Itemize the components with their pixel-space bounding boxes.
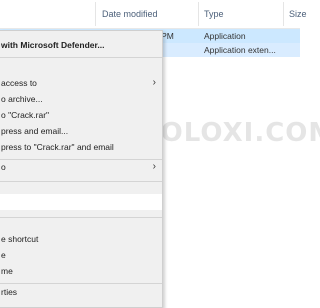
menu-item-label: me	[1, 266, 13, 276]
menu-item-create-shortcut[interactable]: e shortcut	[0, 231, 162, 247]
column-header-size[interactable]: Size	[289, 0, 307, 28]
menu-item-send-to[interactable]: o ›	[0, 159, 162, 175]
chevron-right-icon: ›	[152, 77, 156, 88]
column-header-type[interactable]: Type	[204, 0, 224, 28]
menu-item-label: rties	[1, 287, 18, 297]
menu-item-label: with Microsoft Defender...	[1, 40, 105, 50]
menu-item-give-access[interactable]: access to ›	[0, 75, 162, 91]
menu-item-rename[interactable]: me	[0, 263, 162, 279]
menu-separator	[0, 57, 162, 58]
menu-separator	[0, 181, 162, 182]
menu-item-properties[interactable]: rties	[0, 284, 162, 300]
menu-item-delete[interactable]: e	[0, 247, 162, 263]
file-type: Application exten...	[204, 45, 276, 55]
menu-item-scan-defender[interactable]: with Microsoft Defender...	[0, 37, 162, 53]
menu-item-label: press and email...	[1, 126, 69, 136]
column-separator[interactable]	[283, 2, 284, 26]
file-type: Application	[204, 31, 246, 41]
menu-item-label: access to	[1, 78, 37, 88]
menu-item-label: press to "Crack.rar" and email	[1, 142, 114, 152]
context-menu: with Microsoft Defender... access to › o…	[0, 30, 163, 308]
menu-item-hovered[interactable]	[0, 194, 162, 210]
menu-item-label: o	[1, 162, 6, 172]
menu-item-label: o archive...	[1, 94, 43, 104]
column-separator[interactable]	[198, 2, 199, 26]
column-separator[interactable]	[95, 2, 96, 26]
menu-item-compress-and-email[interactable]: press and email...	[0, 123, 162, 139]
menu-separator	[0, 217, 162, 218]
menu-item-label: e shortcut	[1, 234, 39, 244]
menu-item-label: e	[1, 250, 6, 260]
menu-item-add-to-archive[interactable]: o archive...	[0, 91, 162, 107]
chevron-right-icon: ›	[152, 161, 156, 172]
column-header-bar: Date modified Type Size	[0, 0, 307, 29]
menu-item-label: o "Crack.rar"	[1, 110, 50, 120]
column-header-date-modified[interactable]: Date modified	[102, 0, 158, 28]
menu-item-compress-to-crack-rar-email[interactable]: press to "Crack.rar" and email	[0, 139, 162, 155]
menu-item-add-to-crack-rar[interactable]: o "Crack.rar"	[0, 107, 162, 123]
